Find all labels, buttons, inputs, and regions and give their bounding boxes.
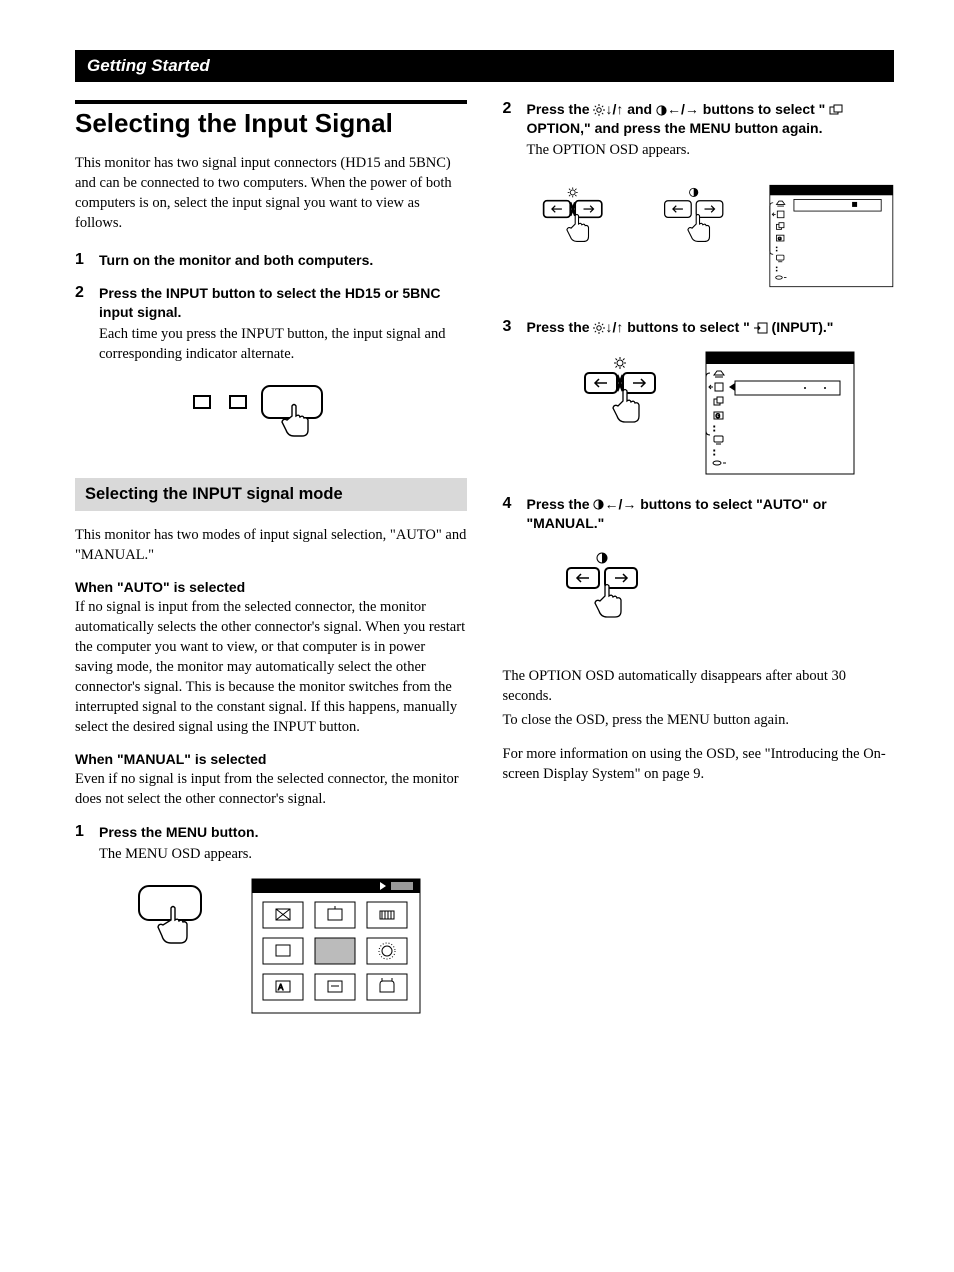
contrast-buttons-svg xyxy=(547,546,657,646)
svg-text::: : xyxy=(713,447,716,457)
brightness-buttons-svg xyxy=(527,174,618,274)
primary-steps: Turn on the monitor and both computers. … xyxy=(75,251,467,364)
step4-figure xyxy=(547,546,895,646)
svg-text:G: G xyxy=(778,236,782,242)
svg-text::: : xyxy=(776,264,778,273)
input-button-figure xyxy=(75,378,467,448)
section-header: Getting Started xyxy=(75,50,894,82)
col2-step-3-head: Press the ↓/↑ buttons to select " (INPUT… xyxy=(527,318,895,337)
brightness-icon xyxy=(593,104,605,116)
manual-section: When "MANUAL" is selected Even if no sig… xyxy=(75,751,467,809)
col2-step-2: Press the ↓/↑ and ←/→ buttons to select … xyxy=(503,100,895,298)
step2-figure: G : : xyxy=(527,174,895,298)
closing-2: To close the OSD, press the MENU button … xyxy=(503,710,895,730)
contrast-buttons-svg xyxy=(648,174,739,274)
two-column-layout: Selecting the Input Signal This monitor … xyxy=(75,100,894,1034)
option-icon xyxy=(829,104,843,116)
manual-step-1-body: The MENU OSD appears. xyxy=(99,844,467,864)
col2-step-4: Press the ←/→ buttons to select "AUTO" o… xyxy=(503,495,895,647)
auto-head: When "AUTO" is selected xyxy=(75,579,467,595)
col2-step-2-body: The OPTION OSD appears. xyxy=(527,140,895,160)
step3-figure: G : : xyxy=(527,351,895,475)
updown-arrows-icon: ↓/↑ xyxy=(605,319,623,335)
section-title: Getting Started xyxy=(87,56,210,75)
step-1: Turn on the monitor and both computers. xyxy=(75,251,467,270)
sub-heading: Selecting the INPUT signal mode xyxy=(75,478,467,511)
closing-3: For more information on using the OSD, s… xyxy=(503,744,895,784)
brightness-buttons-svg xyxy=(565,351,675,451)
step-2-head: Press the INPUT button to select the HD1… xyxy=(99,284,467,322)
auto-body: If no signal is input from the selected … xyxy=(75,597,467,737)
step-1-head: Turn on the monitor and both computers. xyxy=(99,251,467,270)
closing-1: The OPTION OSD automatically disappears … xyxy=(503,666,895,706)
right-column: Press the ↓/↑ and ←/→ buttons to select … xyxy=(503,100,895,1034)
sub-intro: This monitor has two modes of input sign… xyxy=(75,525,467,565)
updown-arrows-icon: ↓/↑ xyxy=(605,101,623,117)
manual-steps: Press the MENU button. The MENU OSD appe… xyxy=(75,823,467,864)
col2-step-3: Press the ↓/↑ buttons to select " (INPUT… xyxy=(503,318,895,475)
svg-text:A: A xyxy=(278,983,284,992)
step-2: Press the INPUT button to select the HD1… xyxy=(75,284,467,364)
option-osd-svg: G : : xyxy=(769,174,894,298)
step-2-body: Each time you press the INPUT button, th… xyxy=(99,324,467,364)
svg-text::: : xyxy=(776,244,778,253)
menu-osd-figure: A xyxy=(75,878,467,1014)
left-column: Selecting the Input Signal This monitor … xyxy=(75,100,467,1034)
brightness-icon xyxy=(593,322,605,334)
manual-body: Even if no signal is input from the sele… xyxy=(75,769,467,809)
svg-text:G: G xyxy=(716,414,721,420)
intro-paragraph: This monitor has two signal input connec… xyxy=(75,153,467,233)
col2-step-4-head: Press the ←/→ buttons to select "AUTO" o… xyxy=(527,495,895,533)
leftright-arrows-icon: ←/→ xyxy=(667,101,699,117)
contrast-icon xyxy=(593,499,604,510)
menu-osd-svg: A xyxy=(251,878,421,1014)
leftright-arrows-icon: ←/→ xyxy=(604,496,636,512)
input-icon xyxy=(754,322,768,334)
svg-text::: : xyxy=(713,423,716,433)
contrast-icon xyxy=(656,105,667,116)
input-button-svg xyxy=(186,378,356,448)
option-osd-input-svg: G : : xyxy=(705,351,855,475)
col2-steps: Press the ↓/↑ and ←/→ buttons to select … xyxy=(503,100,895,646)
col2-step-2-head: Press the ↓/↑ and ←/→ buttons to select … xyxy=(527,100,895,138)
page-title: Selecting the Input Signal xyxy=(75,100,467,139)
manual-step-1-head: Press the MENU button. xyxy=(99,823,467,842)
menu-button-svg xyxy=(121,878,221,978)
manual-head: When "MANUAL" is selected xyxy=(75,751,467,767)
manual-step-1: Press the MENU button. The MENU OSD appe… xyxy=(75,823,467,864)
auto-section: When "AUTO" is selected If no signal is … xyxy=(75,579,467,737)
